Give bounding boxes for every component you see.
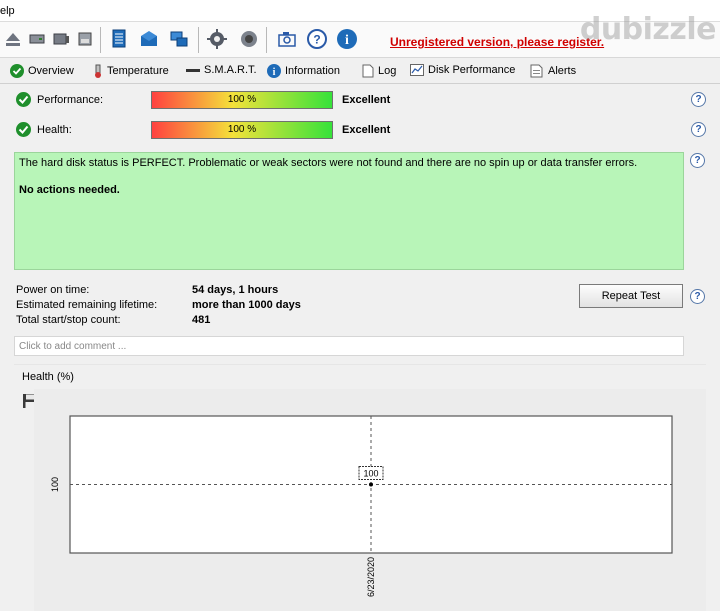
help-icon[interactable]: ? (691, 122, 706, 137)
y-tick-label: 100 (50, 477, 60, 492)
alerts-icon (530, 64, 543, 78)
performance-label: Performance: (37, 94, 104, 106)
performance-bar: 100 % (151, 91, 333, 109)
help-icon[interactable]: ? (691, 92, 706, 107)
thermometer-icon (95, 64, 101, 78)
dubizzle-logo: dubizzle (579, 12, 717, 47)
health-percent: 100 % (227, 124, 257, 135)
tab-label: Log (378, 65, 397, 77)
check-circle-icon (16, 122, 31, 137)
tab-temperature[interactable]: Temperature (93, 64, 169, 78)
chart-icon (410, 64, 424, 76)
info-icon: i (267, 64, 281, 78)
tab-alerts[interactable]: Alerts (530, 64, 576, 78)
lifetime-label: Estimated remaining lifetime: (16, 299, 158, 311)
data-label: 100 (363, 469, 378, 479)
tab-smart[interactable]: S.M.A.R.T. (186, 64, 257, 76)
tab-label: Information (285, 65, 341, 77)
check-circle-icon (10, 64, 24, 78)
svg-text:i: i (273, 67, 276, 78)
drive-icon[interactable] (26, 28, 48, 50)
comment-input[interactable]: Click to add comment ... (14, 336, 684, 356)
status-action: No actions needed. (19, 184, 120, 196)
tab-label: Temperature (107, 65, 169, 77)
tab-label: Disk Performance (428, 64, 516, 76)
tab-overview[interactable]: Overview (10, 64, 74, 78)
performance-rating: Excellent (342, 94, 391, 106)
tab-label: S.M.A.R.T. (204, 64, 257, 76)
network-icon[interactable] (168, 28, 190, 50)
start-stop-value: 481 (192, 314, 211, 326)
settings-icon[interactable] (206, 28, 228, 50)
menu-help[interactable]: elp (0, 5, 15, 17)
tab-bar: Overview Temperature S.M.A.R.T. i Inform… (0, 58, 720, 84)
drive2-icon[interactable] (50, 28, 72, 50)
disk-icon[interactable] (74, 28, 96, 50)
tab-information[interactable]: i Information (267, 64, 340, 78)
tab-log[interactable]: Log (362, 64, 396, 78)
info-icon[interactable]: i (336, 28, 358, 50)
document-icon (362, 64, 374, 78)
repeat-test-button[interactable]: Repeat Test (579, 284, 683, 308)
health-bar: 100 % (151, 121, 333, 139)
health-chart: 100 100 6/23/2020 (50, 415, 673, 597)
tab-disk-performance[interactable]: Disk Performance (410, 64, 515, 76)
report-icon[interactable] (108, 28, 130, 50)
tab-label: Alerts (548, 65, 577, 77)
health-rating: Excellent (342, 124, 391, 136)
dash-icon (186, 69, 200, 72)
mail-icon[interactable] (138, 28, 160, 50)
svg-text:i: i (345, 33, 349, 48)
help-icon[interactable]: ? (306, 28, 328, 50)
status-message-box: The hard disk status is PERFECT. Problem… (14, 152, 684, 270)
health-label: Health: (37, 124, 72, 136)
svg-text:?: ? (313, 33, 320, 47)
start-stop-label: Total start/stop count: (16, 314, 121, 326)
health-chart-panel: Health (%) 100 100 6/23/2020 (14, 364, 706, 611)
check-circle-icon (16, 92, 31, 107)
lifetime-value: more than 1000 days (192, 299, 301, 311)
unregistered-link[interactable]: Unregistered version, please register. (390, 35, 604, 49)
help-icon[interactable]: ? (690, 289, 705, 304)
status-message: The hard disk status is PERFECT. Problem… (19, 157, 638, 169)
power-on-label: Power on time: (16, 284, 90, 296)
eject-icon[interactable] (2, 28, 24, 50)
speaker-icon[interactable] (238, 28, 260, 50)
power-on-value: 54 days, 1 hours (192, 284, 279, 296)
performance-row: Performance: 100 % Excellent ? (16, 90, 706, 112)
data-point (369, 482, 373, 487)
performance-percent: 100 % (227, 94, 257, 105)
x-tick-label: 6/23/2020 (366, 557, 376, 597)
health-row: Health: 100 % Excellent ? (16, 120, 706, 142)
camera-icon[interactable] (276, 28, 298, 50)
tab-label: Overview (28, 65, 74, 77)
help-icon[interactable]: ? (690, 153, 705, 168)
